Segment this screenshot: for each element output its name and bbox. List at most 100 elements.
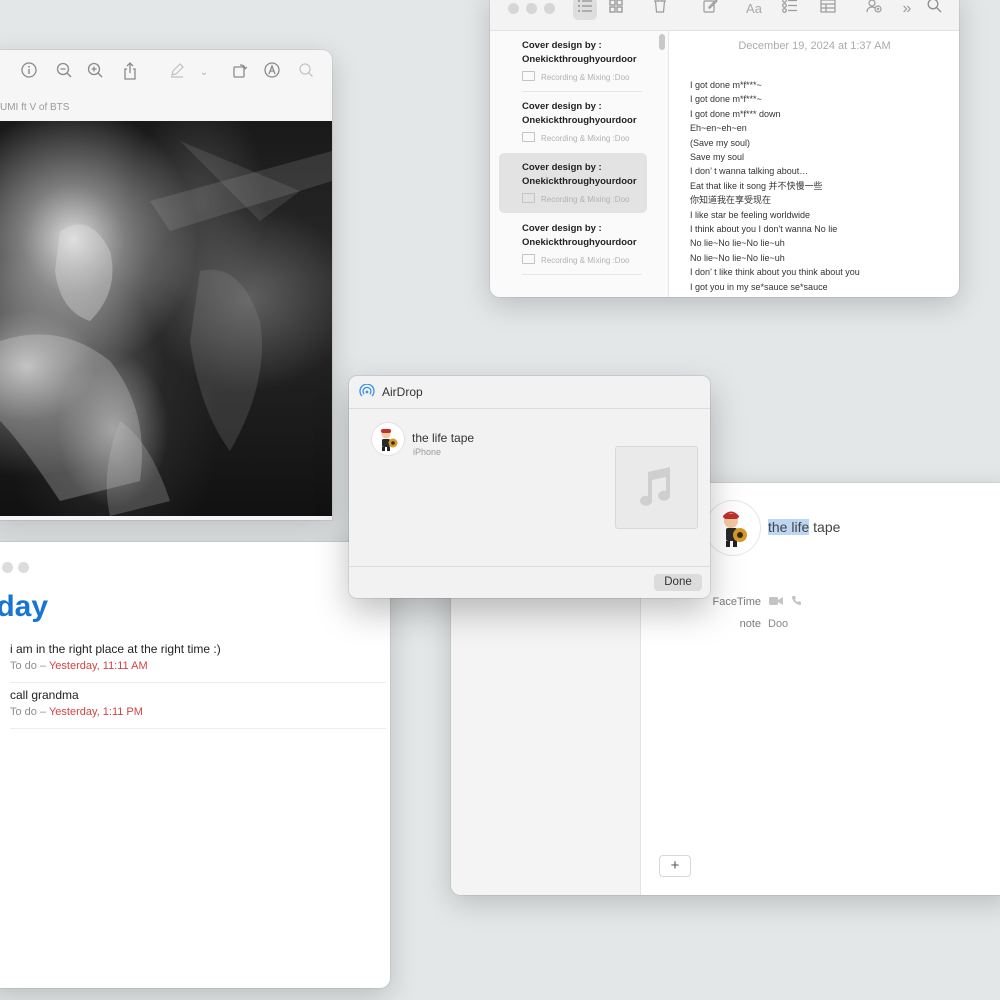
reminder-title: i am in the right place at the right tim… <box>10 642 221 656</box>
lyric-line: No lie~No lie~No lie~uh <box>690 252 785 263</box>
search-icon[interactable] <box>295 62 317 84</box>
page-title: oday <box>0 590 49 623</box>
info-icon[interactable] <box>18 62 40 84</box>
notes-toolbar: Aa » <box>490 0 959 31</box>
note-date: December 19, 2024 at 1:37 AM <box>738 40 891 52</box>
scrollbar[interactable] <box>659 34 665 50</box>
lyric-line: Eh~en~eh~en <box>690 123 747 134</box>
note-title: Onekickthroughyourdoor <box>522 176 637 187</box>
share-icon[interactable] <box>119 62 141 84</box>
music-file-icon <box>615 446 698 529</box>
markup-icon[interactable] <box>166 62 188 84</box>
lyric-line: I don’ t like think about you think abou… <box>690 267 860 278</box>
close-dot[interactable] <box>2 562 13 573</box>
add-field-button[interactable]: + <box>659 855 691 877</box>
lyric-line: (Save my soul) <box>690 137 751 148</box>
lyric-line: I got you in my se*sauce se*sauce <box>690 281 828 292</box>
search-icon[interactable] <box>922 0 946 20</box>
divider <box>349 566 710 567</box>
compose-icon[interactable] <box>698 0 722 20</box>
note-list-item[interactable]: Cover design by : Onekickthroughyourdoor … <box>499 92 647 152</box>
notes-window: Aa » Cover design by : Onekickthroughyour… <box>490 0 959 297</box>
reminders-window: oday i am in the right place at the righ… <box>0 542 390 988</box>
video-call-icon[interactable] <box>769 596 783 609</box>
lyric-line: 你知道我在享受现在 <box>690 195 772 206</box>
preview-toolbar: ⌄ <box>0 50 332 96</box>
note-title: Onekickthroughyourdoor <box>522 237 637 248</box>
annotate-icon[interactable] <box>261 62 283 84</box>
album-photo <box>0 121 332 516</box>
note-title: Cover design by : <box>522 223 602 234</box>
document-subtitle: UMI ft V of BTS <box>0 102 70 113</box>
reminder-due-date: Yesterday, 1:11 PM <box>48 706 143 718</box>
note-title: Cover design by : <box>522 162 602 173</box>
zoom-in-icon[interactable] <box>84 62 106 84</box>
note-label: note <box>739 618 761 630</box>
lyric-line: I like star be feeling worldwide <box>690 209 811 220</box>
list-view-icon[interactable] <box>573 0 597 20</box>
rotate-icon[interactable] <box>229 62 251 84</box>
more-icon[interactable]: » <box>895 0 919 20</box>
format-icon[interactable]: Aa <box>742 0 766 20</box>
zoom-out-icon[interactable] <box>53 62 75 84</box>
divider <box>522 274 642 275</box>
maximize-dot[interactable] <box>544 3 555 14</box>
maximize-dot[interactable] <box>18 562 29 573</box>
done-button[interactable]: Done <box>654 574 702 591</box>
note-list-item[interactable]: Cover design by : Onekickthroughyourdoor … <box>499 31 647 91</box>
note-body[interactable]: I got done m*f***~ I got done m*f***~ I … <box>690 78 860 294</box>
lyric-line: I don’ t wanna talking about… <box>690 166 809 177</box>
airdrop-header: AirDrop <box>349 376 710 409</box>
note-title: Cover design by : <box>522 101 602 112</box>
note-folder: Recording & Mixing :Doo <box>541 73 630 82</box>
chevron-down-icon[interactable]: ⌄ <box>193 62 215 84</box>
lyric-line: Eat that like it song 并不快慢一些 <box>690 180 823 191</box>
dialog-title: AirDrop <box>382 385 423 399</box>
preview-window: ⌄ UMI ft V of BTS <box>0 50 332 520</box>
note-title: Onekickthroughyourdoor <box>522 115 637 126</box>
table-icon[interactable] <box>816 0 840 20</box>
note-list-item-selected[interactable]: Cover design by : Onekickthroughyourdoor … <box>499 153 647 213</box>
folder-icon <box>522 254 535 264</box>
note-title: Cover design by : <box>522 40 602 51</box>
device-type: iPhone <box>413 447 442 457</box>
checklist-icon[interactable] <box>778 0 802 20</box>
contact-name[interactable]: the life tape <box>768 519 840 535</box>
lyric-line: I got done m*f*** down <box>690 108 781 119</box>
reminder-item[interactable]: i am in the right place at the right tim… <box>10 642 386 683</box>
name-rest: tape <box>809 519 841 535</box>
minimize-dot[interactable] <box>526 3 537 14</box>
gallery-view-icon[interactable] <box>604 0 628 20</box>
lyric-line: I think about you I don't wanna No lie <box>690 224 838 235</box>
window-controls <box>2 560 34 578</box>
phone-icon[interactable] <box>791 595 802 609</box>
folder-icon <box>522 71 535 81</box>
note-title: Onekickthroughyourdoor <box>522 54 637 65</box>
note-folder: Recording & Mixing :Doo <box>541 256 630 265</box>
reminder-list: To do – <box>10 706 49 718</box>
airdrop-dialog: AirDrop the life tape iPhone Done <box>349 376 710 598</box>
note-folder: Recording & Mixing :Doo <box>541 195 630 204</box>
contact-avatar <box>706 501 760 555</box>
reminder-due-date: Yesterday, 11:11 AM <box>48 660 148 672</box>
lyric-line: I got done m*f***~ <box>690 80 762 90</box>
airdrop-icon <box>359 383 375 405</box>
name-selection: the life <box>768 519 810 535</box>
note-value[interactable]: Doo <box>768 618 788 630</box>
reminder-item[interactable]: call grandma To do – Yesterday, 1:11 PM <box>10 688 386 729</box>
note-list-item[interactable]: Cover design by : Onekickthroughyourdoor … <box>499 214 647 274</box>
folder-icon <box>522 132 535 142</box>
notes-list: Cover design by : Onekickthroughyourdoor … <box>490 31 669 297</box>
device-name[interactable]: the life tape <box>412 431 474 445</box>
lyric-line: I got done m*f***~ <box>690 94 762 105</box>
close-dot[interactable] <box>508 3 519 14</box>
collaborate-icon[interactable] <box>862 0 886 20</box>
reminder-title: call grandma <box>10 688 79 702</box>
folder-icon <box>522 193 535 203</box>
trash-icon[interactable] <box>648 0 672 20</box>
lyric-line: No lie~No lie~No lie~uh <box>690 238 785 249</box>
reminder-list: To do – <box>10 660 49 672</box>
note-folder: Recording & Mixing :Doo <box>541 134 630 143</box>
lyric-line: Save my soul <box>690 152 745 163</box>
device-avatar[interactable] <box>372 423 404 455</box>
